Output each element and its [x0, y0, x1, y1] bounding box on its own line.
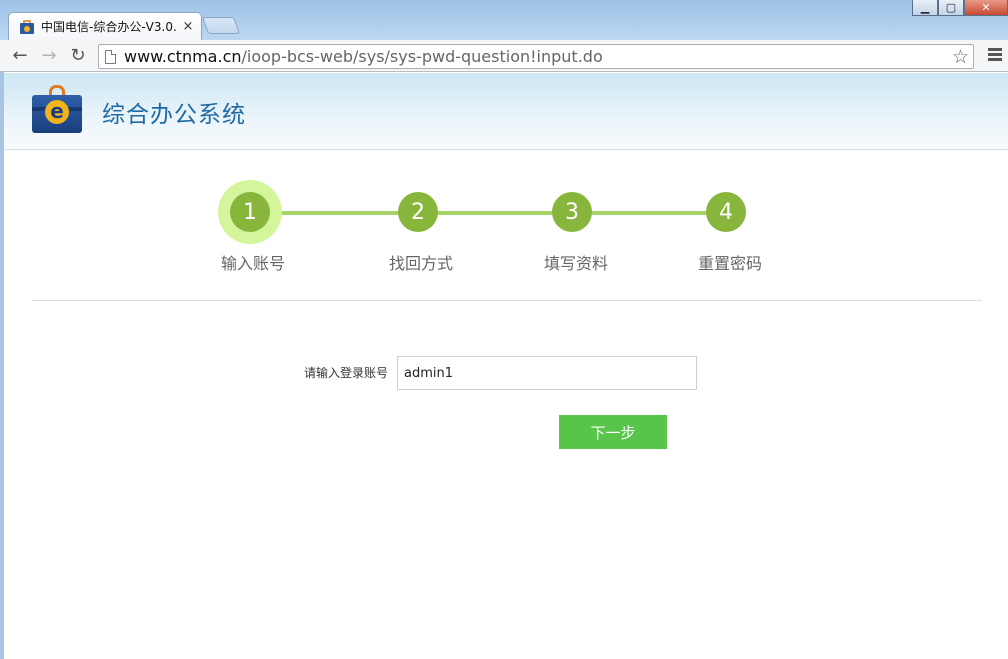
reload-icon[interactable]: ↻ [67, 45, 89, 67]
step-4-label: 重置密码 [697, 254, 762, 273]
step-3-label: 填写资料 [543, 254, 608, 273]
account-input[interactable] [397, 356, 697, 390]
step-2-label: 找回方式 [388, 254, 453, 273]
maximize-button[interactable]: ▢ [938, 0, 964, 16]
account-label: 请输入登录账号 [303, 366, 388, 380]
step-connector [270, 211, 406, 215]
bookmark-star-icon[interactable]: ☆ [952, 46, 969, 68]
step-1-circle: 1 [230, 192, 270, 232]
step-progress: 1 2 3 4 输入账号 找回方式 填写资料 重置密码 [0, 150, 1008, 300]
browser-toolbar: ← → ↻ www.ctnma.cn/ioop-bcs-web/sys/sys-… [0, 40, 1008, 72]
section-divider [32, 300, 982, 301]
site-header: e 综合办公系统 [4, 73, 1008, 150]
window-controls: ▁ ▢ ✕ [912, 0, 1008, 16]
forward-arrow-icon[interactable]: → [38, 45, 60, 67]
step-4-circle: 4 [706, 192, 746, 232]
new-tab-button[interactable] [201, 17, 241, 34]
tab-title: 中国电信-综合办公-V3.0.0 [41, 20, 177, 34]
step-connector [430, 211, 560, 215]
browser-tab[interactable]: 中国电信-综合办公-V3.0.0 × [8, 12, 202, 40]
tab-close-icon[interactable]: × [181, 19, 195, 34]
menu-icon[interactable] [988, 48, 1002, 63]
url-text: www.ctnma.cn/ioop-bcs-web/sys/sys-pwd-qu… [124, 47, 603, 66]
next-step-button[interactable]: 下一步 [559, 415, 667, 449]
site-title: 综合办公系统 [102, 102, 246, 128]
back-arrow-icon[interactable]: ← [9, 45, 31, 67]
address-bar[interactable]: www.ctnma.cn/ioop-bcs-web/sys/sys-pwd-qu… [98, 44, 974, 69]
step-3-circle: 3 [552, 192, 592, 232]
browser-titlebar: 中国电信-综合办公-V3.0.0 × ▁ ▢ ✕ [0, 0, 1008, 40]
page-icon [105, 49, 116, 64]
site-logo-briefcase-icon: e [32, 85, 82, 133]
step-connector [585, 211, 715, 215]
step-1-label: 输入账号 [220, 254, 285, 273]
minimize-button[interactable]: ▁ [912, 0, 938, 16]
close-window-button[interactable]: ✕ [964, 0, 1008, 16]
step-2-circle: 2 [398, 192, 438, 232]
briefcase-icon [19, 19, 35, 35]
